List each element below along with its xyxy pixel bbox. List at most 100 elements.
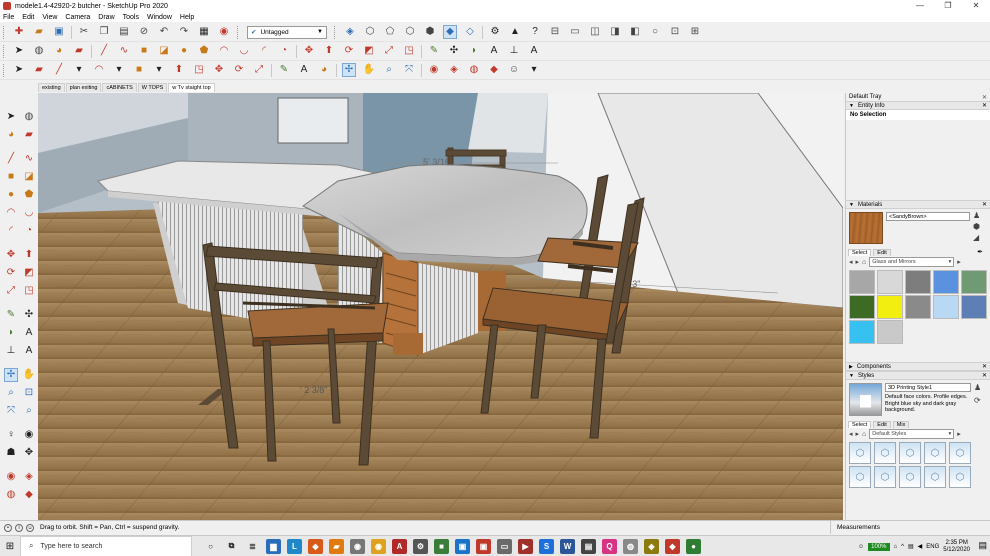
app-screen-icon[interactable]: ▭ [497, 538, 512, 554]
material-swatch-option[interactable] [849, 270, 875, 294]
app-blue-icon[interactable]: ▣ [455, 538, 470, 554]
axes-icon[interactable]: ⊥ [507, 44, 521, 58]
model-info-icon[interactable]: ◉ [217, 25, 231, 39]
skype-icon[interactable]: S [539, 538, 554, 554]
material-name-field[interactable]: <SandyBrown> [886, 212, 970, 221]
select-tool-icon[interactable]: ➤ [12, 63, 26, 77]
forward-arrow-icon[interactable]: ▸ [856, 430, 860, 438]
line-icon[interactable]: ╱ [4, 152, 18, 166]
walk-icon[interactable]: ☗ [4, 446, 18, 460]
paint-bucket-icon[interactable]: ◕ [52, 44, 66, 58]
top-view-icon[interactable]: ▭ [568, 25, 582, 39]
clock[interactable]: 2:35 PM 5/12/2020 [943, 540, 970, 554]
menu-file[interactable]: File [3, 14, 14, 21]
line-icon[interactable]: ╱ [97, 44, 111, 58]
previous-view-icon[interactable]: ⌕ [22, 404, 36, 418]
materials-header[interactable]: ▼ Materials ✕ [846, 200, 990, 209]
zoom-icon[interactable]: ⌕ [382, 63, 396, 77]
style-option[interactable]: ⬡ [849, 466, 871, 488]
help-icon[interactable]: ? [528, 25, 542, 39]
polygon-icon[interactable]: ⬟ [22, 188, 36, 202]
material-swatch-option[interactable] [933, 270, 959, 294]
menu-draw[interactable]: Draw [98, 14, 114, 21]
settings-gear-icon[interactable]: ⚙ [488, 25, 502, 39]
menu-window[interactable]: Window [147, 14, 172, 21]
pie-icon[interactable]: ◔ [22, 224, 36, 238]
model-viewport[interactable]: 5' 3/16" 5' 3" ' 2 3/8" [38, 93, 843, 520]
menu-tools[interactable]: Tools [123, 14, 139, 21]
chevron-down-icon[interactable]: ▾ [72, 63, 86, 77]
home-icon[interactable]: ⌂ [862, 259, 866, 266]
orbit-icon[interactable]: ✢ [4, 368, 18, 382]
menu-camera[interactable]: Camera [65, 14, 90, 21]
three-point-arc-icon[interactable]: ◜ [4, 224, 18, 238]
move-icon[interactable]: ✥ [4, 248, 18, 262]
push-pull-icon[interactable]: ⬆ [22, 248, 36, 262]
shaded-textures-icon[interactable]: ◆ [443, 25, 457, 39]
follow-me-icon[interactable]: ◩ [22, 266, 36, 280]
xray-icon[interactable]: ◈ [343, 25, 357, 39]
rotate-tool-icon[interactable]: ⟳ [232, 63, 246, 77]
offset-icon[interactable]: ◳ [402, 44, 416, 58]
scene-tab[interactable]: W TOPS [137, 83, 168, 92]
material-collection-select[interactable]: Glass and Mirrors ▾ [869, 257, 955, 267]
material-swatch-option[interactable] [877, 295, 903, 319]
app-q-icon[interactable]: Q [602, 538, 617, 554]
file-explorer-icon[interactable]: ▆ [266, 538, 281, 554]
move-icon[interactable]: ✥ [302, 44, 316, 58]
back-view-icon[interactable]: ◧ [628, 25, 642, 39]
redo-icon[interactable]: ↷ [177, 25, 191, 39]
sample-paint-icon[interactable]: ✒ [974, 248, 986, 256]
details-arrow-icon[interactable]: ▸ [957, 258, 961, 266]
close-button[interactable]: ✕ [962, 0, 990, 12]
section-plane-icon[interactable]: ⊡ [668, 25, 682, 39]
app-green2-icon[interactable]: ● [686, 538, 701, 554]
shape-tool-icon[interactable]: ■ [132, 63, 146, 77]
arc-icon[interactable]: ◠ [217, 44, 231, 58]
create-material-icon[interactable]: ⬢ [973, 223, 980, 231]
app-folder-icon[interactable]: ▰ [329, 538, 344, 554]
rectangle-icon[interactable]: ■ [137, 44, 151, 58]
cortana-icon[interactable]: ○ [203, 539, 218, 554]
menu-help[interactable]: Help [180, 14, 194, 21]
notification-icon[interactable]: ▤ [978, 540, 987, 551]
panel-close-icon[interactable]: ✕ [982, 372, 987, 379]
panel-close-icon[interactable]: ✕ [982, 363, 987, 370]
app-video-icon[interactable]: ▶ [518, 538, 533, 554]
ruby-icon[interactable]: ◆ [487, 63, 501, 77]
style-option[interactable]: ⬡ [949, 466, 971, 488]
freehand-icon[interactable]: ∿ [117, 44, 131, 58]
material-swatch-option[interactable] [905, 270, 931, 294]
select-arrow-icon[interactable]: ➤ [12, 44, 26, 58]
circle-icon[interactable]: ● [177, 44, 191, 58]
tab-edit[interactable]: Edit [873, 421, 891, 428]
chevron-down-icon[interactable]: ▾ [112, 63, 126, 77]
chevron-down-icon[interactable]: ▾ [527, 63, 541, 77]
tab-mix[interactable]: Mix [892, 421, 910, 428]
display-secondary-icon[interactable]: ♟ [973, 212, 980, 220]
measurements-box[interactable]: Measurements [830, 521, 990, 534]
pan-hand-icon[interactable]: ✋ [22, 368, 36, 382]
create-style-icon[interactable]: ♟ [974, 383, 981, 392]
axes-icon[interactable]: ⊥ [4, 344, 18, 358]
scale-icon[interactable]: ⤢ [382, 44, 396, 58]
home-icon[interactable]: ⌂ [862, 431, 866, 438]
tape-measure-icon[interactable]: ✎ [4, 308, 18, 322]
iso-view-icon[interactable]: ⊟ [548, 25, 562, 39]
shaded-icon[interactable]: ⬢ [423, 25, 437, 39]
taskbar-app-icon[interactable]: ≣ [245, 539, 260, 554]
app-green-icon[interactable]: ■ [434, 538, 449, 554]
battery-indicator[interactable]: 100% [868, 542, 890, 551]
app-settings-icon[interactable]: ⚙ [413, 538, 428, 554]
material-swatch-option[interactable] [961, 270, 987, 294]
material-swatch-option[interactable] [849, 295, 875, 319]
front-view-icon[interactable]: ◫ [588, 25, 602, 39]
taskbar-search[interactable]: ⌕ Type here to search [20, 535, 192, 556]
erase-icon[interactable]: ⊘ [137, 25, 151, 39]
people-icon[interactable]: ☺ [858, 544, 864, 550]
ruby-icon[interactable]: ◆ [22, 488, 36, 502]
print-icon[interactable]: ▦ [197, 25, 211, 39]
section-plane-icon[interactable]: ✥ [22, 446, 36, 460]
back-arrow-icon[interactable]: ◂ [849, 258, 853, 266]
warehouse-icon[interactable]: ◉ [4, 470, 18, 484]
